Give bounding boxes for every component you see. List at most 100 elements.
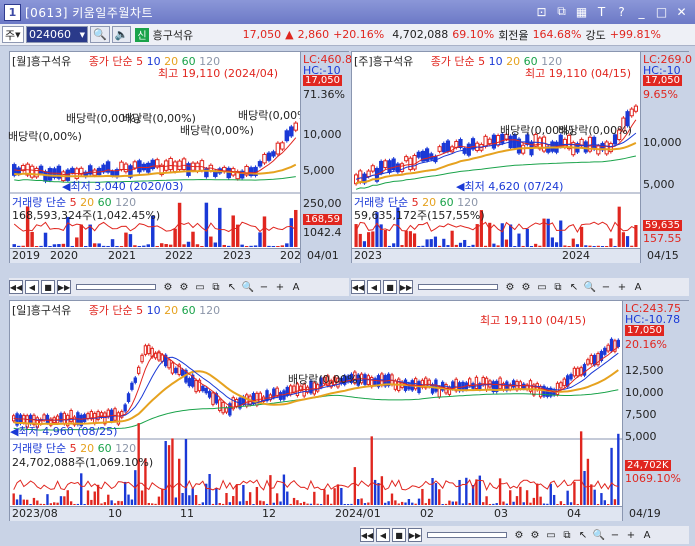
copy-icon[interactable]: ⧉ (209, 282, 223, 293)
daily-chart-panel[interactable]: [일]흥구석유 종가 단순 5 10 20 60 120 최고 19,110 (… (9, 300, 689, 521)
scroll-left-button[interactable]: ◀◀ (360, 528, 374, 542)
stock-code-input[interactable]: 024060 ▼ (26, 26, 88, 43)
volume-bar (289, 218, 294, 247)
volume-bar (46, 494, 49, 505)
candle (555, 382, 560, 395)
volume-bar (188, 495, 191, 505)
minimize-icon[interactable]: _ (634, 4, 649, 19)
volume-bar (444, 503, 448, 505)
prev-button[interactable]: ◀ (376, 528, 390, 542)
volume-bar (621, 232, 625, 247)
monthly-date-axis: 2019 2020 2021 2022 2023 2024 (10, 248, 308, 263)
daily-date-axis: 2023/08 10 11 12 2024/01 02 03 04 (10, 506, 622, 521)
candle (170, 362, 175, 374)
copy-icon[interactable]: ⧉ (551, 282, 565, 293)
scroll-left-button[interactable]: ◀◀ (351, 280, 365, 294)
weekly-chart-panel[interactable]: [주]흥구석유 종가 단순 5 10 20 60 120 최고 19,110 (… (351, 51, 692, 263)
layout-icon[interactable]: ▦ (574, 4, 589, 19)
volume-bar (232, 496, 235, 505)
volume-bar (255, 486, 259, 505)
volume-bar (512, 501, 515, 505)
candle (258, 392, 262, 403)
zoom-icon[interactable]: 🔍 (583, 282, 597, 293)
daily-high-label: 최고 19,110 (04/15) (480, 314, 587, 327)
monthly-control-bar: ◀◀ ◀ ■ ▶▶ ⚙ ⚙ ▭ ⧉ ↖ 🔍 − + A (9, 278, 349, 296)
zoom-slider[interactable] (76, 284, 156, 290)
volume-bar (57, 244, 61, 247)
next-button[interactable]: ▶▶ (57, 280, 71, 294)
copy-icon[interactable]: ⧉ (554, 4, 569, 19)
help-icon[interactable]: ? (614, 4, 629, 19)
candle (45, 414, 50, 424)
candle (289, 126, 294, 137)
volume-bar (438, 489, 441, 505)
next-button[interactable]: ▶▶ (408, 528, 422, 542)
plus-icon[interactable]: + (615, 282, 629, 293)
volume-bar (431, 477, 434, 505)
stop-button[interactable]: ■ (383, 280, 397, 294)
search-icon[interactable]: 🔍 (90, 26, 110, 43)
plus-icon[interactable]: + (624, 530, 638, 541)
volume-bar (521, 245, 525, 247)
speaker-icon[interactable]: 🔈 (111, 26, 132, 43)
text-size-icon[interactable]: A (289, 282, 303, 293)
window-icon[interactable]: ▭ (544, 530, 558, 541)
volume-bar (265, 503, 269, 505)
stop-button[interactable]: ■ (41, 280, 55, 294)
minus-icon[interactable]: − (599, 282, 613, 293)
zoom-slider[interactable] (427, 532, 507, 538)
prev-button[interactable]: ◀ (25, 280, 39, 294)
zoom-icon[interactable]: 🔍 (592, 530, 606, 541)
volume-bar (610, 447, 613, 505)
volume-bar (412, 233, 417, 247)
plus-icon[interactable]: + (273, 282, 287, 293)
market-select[interactable]: 주 ▼ (2, 26, 24, 43)
cursor-icon[interactable]: ↖ (567, 282, 581, 293)
volume-bar (127, 494, 130, 505)
volume-bar (571, 238, 575, 247)
gear-icon[interactable]: ⚙ (512, 530, 526, 541)
next-button[interactable]: ▶▶ (399, 280, 413, 294)
copy-icon[interactable]: ⧉ (560, 530, 574, 541)
volume-bar (546, 503, 549, 505)
window-icon[interactable]: ▭ (535, 282, 549, 293)
candle (370, 165, 375, 172)
volume-bar (209, 236, 213, 247)
candle (387, 160, 392, 173)
minus-icon[interactable]: − (257, 282, 271, 293)
volume-bar (559, 220, 563, 247)
volume-bar (525, 228, 529, 247)
window-icon[interactable]: ▭ (193, 282, 207, 293)
gear-icon[interactable]: ⚙ (161, 282, 175, 293)
text-size-icon[interactable]: A (631, 282, 645, 293)
gear-icon[interactable]: ⚙ (503, 282, 517, 293)
settings-icon[interactable]: ⚙ (528, 530, 542, 541)
candle (167, 359, 171, 369)
settings-icon[interactable]: ⚙ (177, 282, 191, 293)
prev-button[interactable]: ◀ (367, 280, 381, 294)
minus-icon[interactable]: − (608, 530, 622, 541)
zoom-slider[interactable] (418, 284, 498, 290)
cursor-icon[interactable]: ↖ (576, 530, 590, 541)
settings-icon[interactable]: ⚙ (519, 282, 533, 293)
volume-bar (370, 436, 373, 505)
monthly-chart-panel[interactable]: [월]흥구석유 종가 단순 5 10 20 60 120 최고 19,110 (… (8, 51, 352, 263)
volume-bar (289, 503, 292, 505)
volume-bar (249, 245, 253, 247)
stop-button[interactable]: ■ (392, 528, 406, 542)
maximize-icon[interactable]: □ (654, 4, 669, 19)
weekly-high-label: 최고 19,110 (04/15) (525, 67, 632, 80)
text-icon[interactable]: T (594, 4, 609, 19)
scroll-left-button[interactable]: ◀◀ (9, 280, 23, 294)
volume-bar (171, 438, 174, 505)
candle (462, 147, 467, 154)
volume-bar (549, 483, 552, 505)
volume-bar (252, 503, 255, 505)
link-icon[interactable]: ⊡ (534, 4, 549, 19)
cursor-icon[interactable]: ↖ (225, 282, 239, 293)
text-size-icon[interactable]: A (640, 530, 654, 541)
close-icon[interactable]: ✕ (674, 4, 689, 19)
zoom-icon[interactable]: 🔍 (241, 282, 255, 293)
volume-bar (137, 245, 142, 247)
candle (491, 134, 497, 149)
